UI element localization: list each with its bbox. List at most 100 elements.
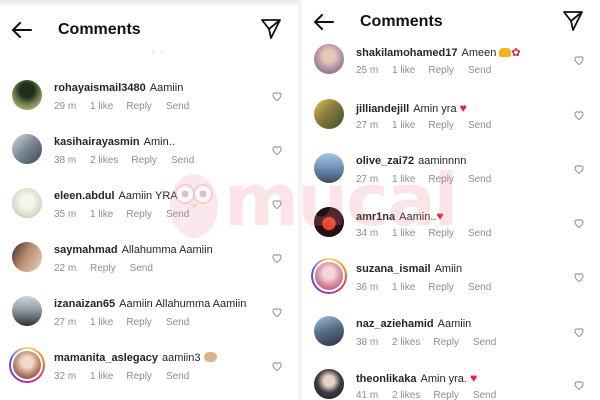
comment-likes[interactable]: 1 like [90,317,113,328]
send-button[interactable]: Send [166,371,189,382]
comment-item: amr1na Aamin..♥ 34 m 1 like Reply Send [302,203,600,253]
comment-likes[interactable]: 1 like [90,209,113,220]
reply-button[interactable]: Reply [126,101,152,112]
page-title: Comments [58,21,141,38]
heart-icon[interactable] [573,163,585,175]
avatar[interactable] [12,242,42,272]
comment-item: theonlikaka Amin yra. ♥ 41 m 2 likes Reply S… [302,365,600,400]
heart-icon[interactable] [271,144,283,156]
comment-username[interactable]: theonlikaka [356,373,417,385]
comment-time: 27 m [356,174,379,185]
back-arrow-icon[interactable] [312,10,336,34]
heart-icon[interactable] [573,109,585,121]
heart-icon[interactable] [573,271,585,283]
reply-button[interactable]: Reply [433,390,459,400]
avatar[interactable] [314,153,344,183]
comment-text: Aamiin YRA [118,190,178,202]
comment-text: Amin yra [413,103,457,115]
comment-username[interactable]: shakilamohamed17 [356,47,458,59]
reply-button[interactable]: Reply [428,228,454,239]
comment-likes[interactable]: 2 likes [392,337,420,348]
avatar[interactable] [314,44,344,74]
comment-username[interactable]: olive_zai72 [356,155,414,167]
reply-button[interactable]: Reply [428,65,454,76]
heart-icon[interactable] [271,90,283,102]
comment-item: suzana_ismail Amiin 36 m 1 like Reply Send [302,257,600,307]
avatar-story-ring[interactable] [9,347,45,383]
comment-likes[interactable]: 1 like [392,174,415,185]
comment-likes[interactable]: 1 like [392,65,415,76]
comment-likes[interactable]: 1 like [90,371,113,382]
heart-icon[interactable] [271,360,283,372]
comment-likes[interactable]: 2 likes [90,155,118,166]
reply-button[interactable]: Reply [428,174,454,185]
send-button[interactable]: Send [468,174,491,185]
comment-likes[interactable]: 1 like [90,101,113,112]
comment-username[interactable]: suzana_ismail [356,263,431,275]
reply-button[interactable]: Reply [433,337,459,348]
comment-username[interactable]: mamanita_aslegacy [54,352,158,364]
send-button[interactable]: Send [166,317,189,328]
comment-likes[interactable]: 1 like [392,282,415,293]
comment-likes[interactable]: 1 like [392,120,415,131]
comment-username[interactable]: saymahmad [54,244,118,256]
heart-icon[interactable] [573,379,585,391]
reply-button[interactable]: Reply [428,120,454,131]
avatar[interactable] [12,134,42,164]
comment-item: naz_aziehamid Aamiin 38 m 2 likes Reply Send [302,312,600,362]
avatar-story-ring[interactable] [311,258,347,294]
avatar[interactable] [12,296,42,326]
comment-username[interactable]: izanaizan65 [54,298,115,310]
send-direct-icon[interactable] [260,18,284,42]
reply-button[interactable]: Reply [126,371,152,382]
send-button[interactable]: Send [468,65,491,76]
red-heart-icon: ♥ [436,209,444,223]
back-arrow-icon[interactable] [10,18,34,42]
send-button[interactable]: Send [166,101,189,112]
comments-header: Comments [0,10,298,50]
send-button[interactable]: Send [468,282,491,293]
avatar[interactable] [314,316,344,346]
avatar[interactable] [314,207,344,237]
avatar[interactable] [12,188,42,218]
comment-time: 34 m [356,228,379,239]
comment-text: Aamiin [437,318,472,330]
reply-button[interactable]: Reply [90,263,116,274]
reply-button[interactable]: Reply [126,317,152,328]
heart-icon[interactable] [573,54,585,66]
avatar[interactable] [314,369,344,399]
send-button[interactable]: Send [473,390,496,400]
comment-username[interactable]: eleen.abdul [54,190,115,202]
heart-icon[interactable] [271,198,283,210]
comment-time: 32 m [54,371,77,382]
reply-button[interactable]: Reply [131,155,157,166]
send-button[interactable]: Send [166,209,189,220]
send-direct-icon[interactable] [562,10,586,34]
comment-likes[interactable]: 1 like [392,228,415,239]
send-button[interactable]: Send [171,155,194,166]
comment-username[interactable]: naz_aziehamid [356,318,434,330]
avatar[interactable] [12,80,42,110]
reply-button[interactable]: Reply [126,209,152,220]
comment-text: aamiin3 [161,352,201,364]
reply-button[interactable]: Reply [428,282,454,293]
comment-likes[interactable]: 2 likes [392,390,420,400]
send-button[interactable]: Send [468,120,491,131]
comment-username[interactable]: kasihairayasmin [54,136,140,148]
comment-text: Amiin [434,263,463,275]
send-button[interactable]: Send [473,337,496,348]
send-button[interactable]: Send [130,263,153,274]
heart-icon[interactable] [573,326,585,338]
heart-icon[interactable] [573,217,585,229]
heart-icon[interactable] [271,306,283,318]
comment-text: Allahumma Aamiin [121,244,213,256]
heart-icon[interactable] [271,252,283,264]
comment-username[interactable]: rohayaismail3480 [54,82,146,94]
comment-username[interactable]: amr1na [356,211,395,223]
comment-text: Ameen [461,47,497,59]
comment-username[interactable]: jilliandejill [356,103,409,115]
comment-item: mamanita_aslegacy aamiin3 32 m 1 like Reply… [0,346,298,396]
send-button[interactable]: Send [468,228,491,239]
avatar[interactable] [314,99,344,129]
comment-text: Aamiin [149,82,184,94]
